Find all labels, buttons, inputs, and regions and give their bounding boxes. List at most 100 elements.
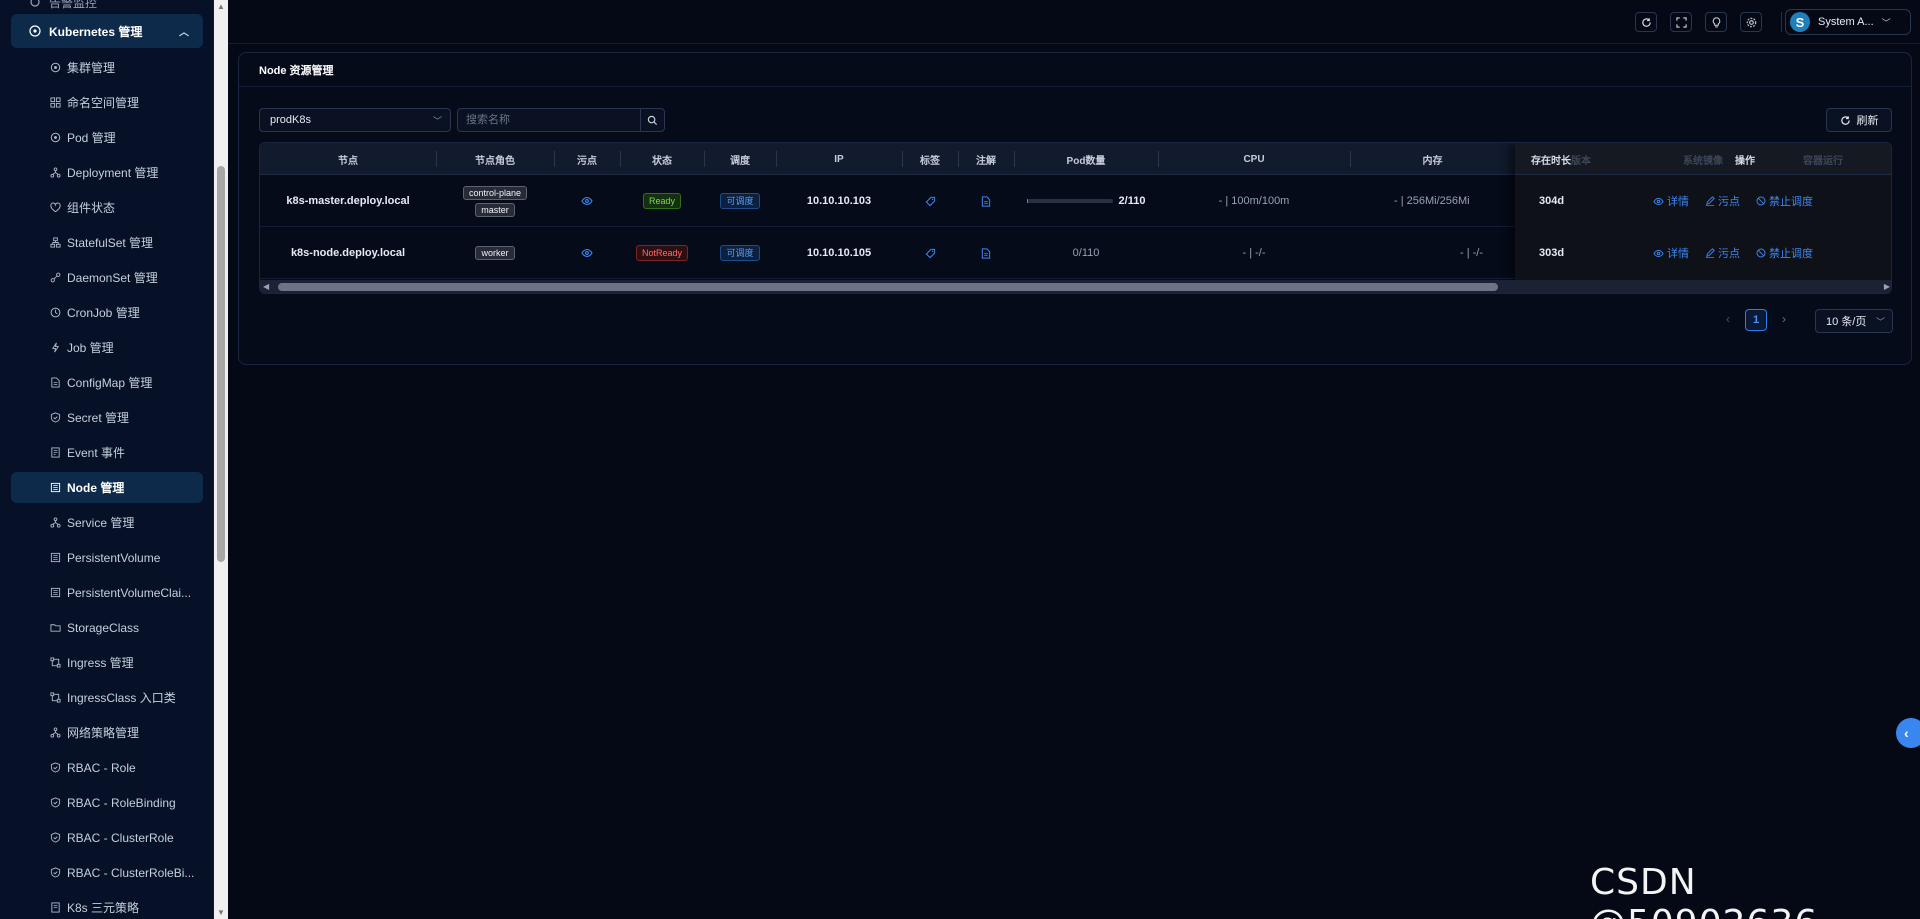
- sidebar-item-persistentvolume[interactable]: PersistentVolume: [11, 542, 203, 573]
- view-labels-button[interactable]: [902, 175, 958, 227]
- sidebar-item-item-0[interactable]: 集群管理: [11, 52, 203, 83]
- avatar: S: [1790, 12, 1810, 32]
- detail-button[interactable]: 详情: [1653, 193, 1689, 209]
- sidebar-item-rbac-clusterrole[interactable]: RBAC - ClusterRole: [11, 822, 203, 853]
- sidebar-item-rbac-clusterrolebi[interactable]: RBAC - ClusterRoleBi...: [11, 857, 203, 888]
- sidebar-item-statefulset[interactable]: StatefulSet 管理: [11, 227, 203, 258]
- sidebar-item-label: 组件状态: [67, 201, 116, 215]
- column-header-cpu[interactable]: CPU: [1158, 143, 1350, 175]
- float-collapse-button[interactable]: ‹: [1896, 718, 1920, 748]
- column-header-annotations[interactable]: 注解: [958, 143, 1014, 175]
- taint-button[interactable]: 污点: [1705, 193, 1740, 209]
- sidebar-item-rbac-rolebinding[interactable]: RBAC - RoleBinding: [11, 787, 203, 818]
- column-header-labels[interactable]: 标签: [902, 143, 958, 175]
- sidebar-item-ingressclass[interactable]: IngressClass 入口类: [11, 682, 203, 713]
- pagination-page-1[interactable]: 1: [1745, 309, 1767, 331]
- topbar-divider: [1781, 12, 1782, 32]
- role-tag: worker: [475, 246, 515, 260]
- column-header-status[interactable]: 状态: [620, 143, 704, 175]
- pagination-prev-button[interactable]: ‹: [1719, 309, 1737, 329]
- sidebar-item-item-19[interactable]: 网络策略管理: [11, 717, 203, 748]
- scroll-down-arrow-icon[interactable]: ▼: [217, 908, 225, 917]
- sidebar-item-item-1[interactable]: 命名空间管理: [11, 87, 203, 118]
- sidebar-item-label: DaemonSet 管理: [67, 271, 158, 285]
- sidebar-item-ingress[interactable]: Ingress 管理: [11, 647, 203, 678]
- role-tag: control-plane: [462, 185, 528, 200]
- column-header-age[interactable]: 存在时长: [1515, 143, 1587, 175]
- search-button[interactable]: [640, 109, 664, 131]
- view-taints-button[interactable]: [554, 175, 620, 227]
- cordon-button[interactable]: 禁止调度: [1756, 193, 1813, 209]
- cluster-select[interactable]: prodK8s ﹀: [259, 108, 451, 132]
- sidebar-section-kubernetes[interactable]: Kubernetes 管理 ︿: [11, 14, 203, 48]
- column-header-node[interactable]: 节点: [260, 143, 436, 175]
- sidebar-item-label: IngressClass 入口类: [67, 691, 176, 705]
- watermark: CSDN @50902636: [1590, 862, 1817, 919]
- column-header-memory[interactable]: 内存: [1350, 143, 1515, 175]
- sidebar-item-job[interactable]: Job 管理: [11, 332, 203, 363]
- view-taints-button[interactable]: [554, 227, 620, 279]
- sidebar-item-label: 网络策略管理: [67, 726, 140, 740]
- column-header-schedule[interactable]: 调度: [704, 143, 776, 175]
- sidebar-item-deployment[interactable]: Deployment 管理: [11, 157, 203, 188]
- column-header-taints[interactable]: 污点: [554, 143, 620, 175]
- column-header-ip[interactable]: IP: [776, 143, 902, 175]
- sidebar-item-pod[interactable]: Pod 管理: [11, 122, 203, 153]
- sidebar-item-secret[interactable]: Secret 管理: [11, 402, 203, 433]
- node-table: 节点 节点角色 污点 状态 调度 IP 标签 注解 Pod数量 CPU 内存 k…: [259, 142, 1892, 294]
- sidebar-item-alert-monitor[interactable]: 告警监控: [11, 0, 203, 14]
- view-labels-button[interactable]: [902, 227, 958, 279]
- view-annotations-button[interactable]: [958, 227, 1014, 279]
- fullscreen-icon: [1675, 16, 1687, 28]
- schedule-badge: 可调度: [720, 245, 760, 261]
- search-input[interactable]: [458, 109, 640, 131]
- view-annotations-button[interactable]: [958, 175, 1014, 227]
- sidebar-item-service[interactable]: Service 管理: [11, 507, 203, 538]
- sidebar-item-rbac-role[interactable]: RBAC - Role: [11, 752, 203, 783]
- taint-button[interactable]: 污点: [1705, 245, 1740, 261]
- refresh-button[interactable]: 刷新: [1826, 108, 1892, 132]
- column-header-roles[interactable]: 节点角色: [436, 143, 554, 175]
- sidebar-item-configmap[interactable]: ConfigMap 管理: [11, 367, 203, 398]
- sidebar-scrollbar[interactable]: ▲ ▼: [214, 0, 228, 919]
- edit-icon: [1705, 196, 1715, 206]
- sidebar-item-daemonset[interactable]: DaemonSet 管理: [11, 262, 203, 293]
- taint-button-label: 污点: [1718, 196, 1740, 208]
- user-menu[interactable]: S System A... ﹀: [1785, 9, 1911, 35]
- scroll-right-arrow-icon[interactable]: ▶: [1884, 282, 1890, 291]
- table-scroll-thumb[interactable]: [278, 283, 1498, 291]
- sidebar-scroll-thumb[interactable]: [217, 166, 225, 562]
- sidebar-item-cronjob[interactable]: CronJob 管理: [11, 297, 203, 328]
- sidebar-item-label: Pod 管理: [67, 131, 116, 145]
- grid-icon: [49, 97, 61, 109]
- node-ip: 10.10.10.103: [806, 195, 872, 207]
- sidebar-item-node[interactable]: Node 管理: [11, 472, 203, 503]
- settings-button[interactable]: [1740, 12, 1762, 32]
- refresh-button-label: 刷新: [1856, 115, 1879, 127]
- chevron-up-icon[interactable]: ︿: [179, 24, 189, 39]
- node-name[interactable]: k8s-master.deploy.local: [260, 175, 436, 227]
- document-icon: [981, 247, 991, 259]
- fixed-header: 版本 系统镜像 容器运行 存在时长 操作: [1515, 143, 1891, 175]
- sidebar-item-k8s[interactable]: K8s 三元策略: [11, 892, 203, 919]
- page-size-select[interactable]: 10 条/页 ﹀: [1815, 309, 1893, 333]
- tips-button[interactable]: [1705, 12, 1727, 32]
- table-horizontal-scrollbar[interactable]: ◀ ▶: [260, 280, 1891, 293]
- scroll-left-arrow-icon[interactable]: ◀: [263, 282, 269, 291]
- node-name[interactable]: k8s-node.deploy.local: [260, 227, 436, 279]
- detail-button[interactable]: 详情: [1653, 245, 1689, 261]
- sidebar-item-storageclass[interactable]: StorageClass: [11, 612, 203, 643]
- sidebar-item-item-4[interactable]: 组件状态: [11, 192, 203, 223]
- fullscreen-button[interactable]: [1670, 12, 1692, 32]
- sidebar-item-event[interactable]: Event 事件: [11, 437, 203, 468]
- cordon-button[interactable]: 禁止调度: [1756, 245, 1813, 261]
- sidebar-item-label: RBAC - RoleBinding: [67, 795, 176, 810]
- pagination-next-button[interactable]: ›: [1775, 309, 1793, 329]
- refresh-page-button[interactable]: [1635, 12, 1657, 32]
- volume-claim-icon: [49, 587, 61, 599]
- scroll-up-arrow-icon[interactable]: ▲: [217, 2, 225, 11]
- sidebar-item-persistentvolumeclai[interactable]: PersistentVolumeClai...: [11, 577, 203, 608]
- heart-icon: [49, 202, 61, 214]
- column-header-pods[interactable]: Pod数量: [1014, 143, 1158, 175]
- statefulset-icon: [49, 237, 61, 249]
